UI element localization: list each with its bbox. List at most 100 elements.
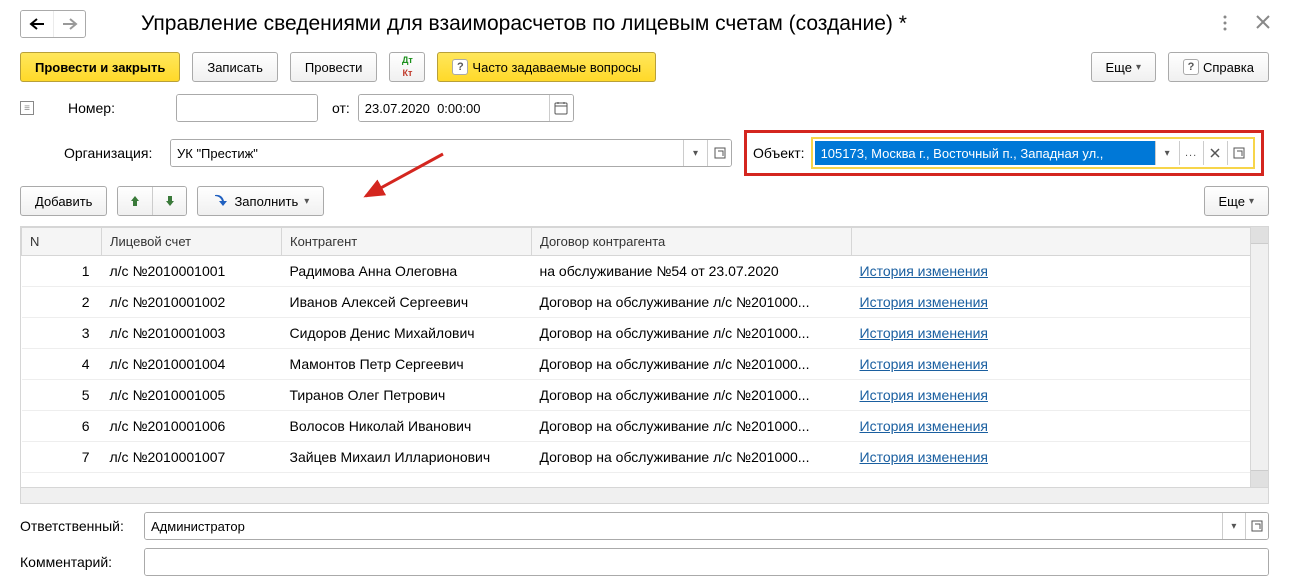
cell-account: л/с №2010001002 — [102, 287, 282, 318]
vertical-scrollbar[interactable] — [1250, 227, 1268, 487]
cell-n: 6 — [22, 411, 102, 442]
write-button[interactable]: Записать — [192, 52, 278, 82]
table-row[interactable]: 7л/с №2010001007Зайцев Михаил Илларионов… — [22, 442, 1268, 473]
move-buttons — [117, 186, 187, 216]
arrow-left-icon — [29, 18, 45, 30]
cell-contract: Договор на обслуживание л/с №201000... — [532, 287, 852, 318]
cell-n: 2 — [22, 287, 102, 318]
dtkt-button[interactable]: Дт Кт — [389, 52, 425, 82]
comment-field-group — [144, 548, 1269, 576]
table-row[interactable]: 3л/с №2010001003Сидоров Денис Михайлович… — [22, 318, 1268, 349]
open-icon — [1233, 147, 1245, 159]
history-link[interactable]: История изменения — [860, 356, 988, 372]
col-header-contract[interactable]: Договор контрагента — [532, 228, 852, 256]
dt-label: Дт — [402, 56, 413, 65]
cell-account: л/с №2010001004 — [102, 349, 282, 380]
number-label: Номер: — [68, 100, 118, 116]
object-select-button[interactable]: ... — [1179, 141, 1203, 165]
cell-history: История изменения — [852, 318, 1268, 349]
page-title: Управление сведениями для взаиморасчетов… — [141, 12, 1223, 36]
cell-history: История изменения — [852, 411, 1268, 442]
table-row[interactable]: 4л/с №2010001004Мамонтов Петр СергеевичД… — [22, 349, 1268, 380]
object-dropdown-button[interactable]: ▾ — [1155, 141, 1179, 165]
post-and-close-button[interactable]: Провести и закрыть — [20, 52, 180, 82]
open-icon — [714, 147, 726, 159]
object-field[interactable] — [815, 141, 1155, 165]
responsible-field[interactable] — [145, 513, 1222, 539]
arrow-right-icon — [62, 18, 78, 30]
col-header-n[interactable]: N — [22, 228, 102, 256]
cell-contract: Договор на обслуживание л/с №201000... — [532, 442, 852, 473]
nav-buttons — [20, 10, 86, 38]
cell-contract: Договор на обслуживание л/с №201000... — [532, 380, 852, 411]
arrow-up-icon — [129, 194, 141, 208]
cell-account: л/с №2010001001 — [102, 256, 282, 287]
chevron-down-icon: ▾ — [693, 148, 698, 159]
cell-n: 7 — [22, 442, 102, 473]
table-row[interactable]: 5л/с №2010001005Тиранов Олег ПетровичДог… — [22, 380, 1268, 411]
cell-n: 3 — [22, 318, 102, 349]
col-header-account[interactable]: Лицевой счет — [102, 228, 282, 256]
help-button[interactable]: ? Справка — [1168, 52, 1269, 82]
back-button[interactable] — [21, 11, 53, 37]
cell-counterparty: Сидоров Денис Михайлович — [282, 318, 532, 349]
move-down-button[interactable] — [152, 187, 186, 215]
cell-history: История изменения — [852, 256, 1268, 287]
object-open-button[interactable] — [1227, 141, 1251, 165]
add-button[interactable]: Добавить — [20, 186, 107, 216]
col-header-counterparty[interactable]: Контрагент — [282, 228, 532, 256]
cell-contract: Договор на обслуживание л/с №201000... — [532, 349, 852, 380]
object-highlight-box: Объект: ▾ ... — [744, 130, 1264, 176]
post-button[interactable]: Провести — [290, 52, 378, 82]
more-button[interactable]: Еще ▾ — [1091, 52, 1156, 82]
forward-button[interactable] — [53, 11, 85, 37]
table-row[interactable]: 2л/с №2010001002Иванов Алексей Сергеевич… — [22, 287, 1268, 318]
history-link[interactable]: История изменения — [860, 449, 988, 465]
cell-n: 1 — [22, 256, 102, 287]
cell-counterparty: Зайцев Михаил Илларионович — [282, 442, 532, 473]
more-vertical-icon[interactable] — [1223, 15, 1241, 33]
history-link[interactable]: История изменения — [860, 263, 988, 279]
org-open-button[interactable] — [707, 140, 731, 166]
number-field[interactable] — [177, 95, 317, 121]
chevron-down-icon: ▾ — [1136, 62, 1141, 73]
data-table: N Лицевой счет Контрагент Договор контра… — [21, 227, 1268, 473]
history-link[interactable]: История изменения — [860, 387, 988, 403]
history-link[interactable]: История изменения — [860, 418, 988, 434]
cell-history: История изменения — [852, 287, 1268, 318]
cell-history: История изменения — [852, 380, 1268, 411]
date-field[interactable] — [359, 95, 549, 121]
responsible-open-button[interactable] — [1245, 513, 1268, 539]
faq-button[interactable]: ? Часто задаваемые вопросы — [437, 52, 656, 82]
org-field[interactable] — [171, 140, 683, 166]
org-dropdown-button[interactable]: ▾ — [683, 140, 707, 166]
comment-field[interactable] — [145, 549, 1268, 575]
calendar-button[interactable] — [549, 95, 573, 121]
fill-icon — [212, 194, 228, 208]
history-link[interactable]: История изменения — [860, 294, 988, 310]
close-icon[interactable] — [1256, 15, 1274, 33]
cell-history: История изменения — [852, 349, 1268, 380]
cell-account: л/с №2010001005 — [102, 380, 282, 411]
org-label: Организация: — [64, 145, 162, 161]
table-row[interactable]: 6л/с №2010001006Волосов Николай Иванович… — [22, 411, 1268, 442]
calendar-icon — [554, 101, 568, 115]
responsible-dropdown-button[interactable]: ▾ — [1222, 513, 1245, 539]
table-row[interactable]: 1л/с №2010001001Радимова Анна Олеговнана… — [22, 256, 1268, 287]
cell-counterparty: Мамонтов Петр Сергеевич — [282, 349, 532, 380]
col-header-history[interactable] — [852, 228, 1268, 256]
cell-counterparty: Радимова Анна Олеговна — [282, 256, 532, 287]
close-icon — [1210, 148, 1220, 158]
question-icon: ? — [452, 59, 468, 75]
move-up-button[interactable] — [118, 187, 152, 215]
cell-n: 4 — [22, 349, 102, 380]
history-link[interactable]: История изменения — [860, 325, 988, 341]
table-more-button[interactable]: Еще ▾ — [1204, 186, 1269, 216]
fill-button[interactable]: Заполнить ▾ — [197, 186, 324, 216]
cell-account: л/с №2010001007 — [102, 442, 282, 473]
comment-label: Комментарий: — [20, 554, 138, 570]
horizontal-scrollbar[interactable] — [20, 488, 1269, 504]
object-clear-button[interactable] — [1203, 141, 1227, 165]
from-label: от: — [332, 100, 350, 116]
cell-contract: Договор на обслуживание л/с №201000... — [532, 411, 852, 442]
